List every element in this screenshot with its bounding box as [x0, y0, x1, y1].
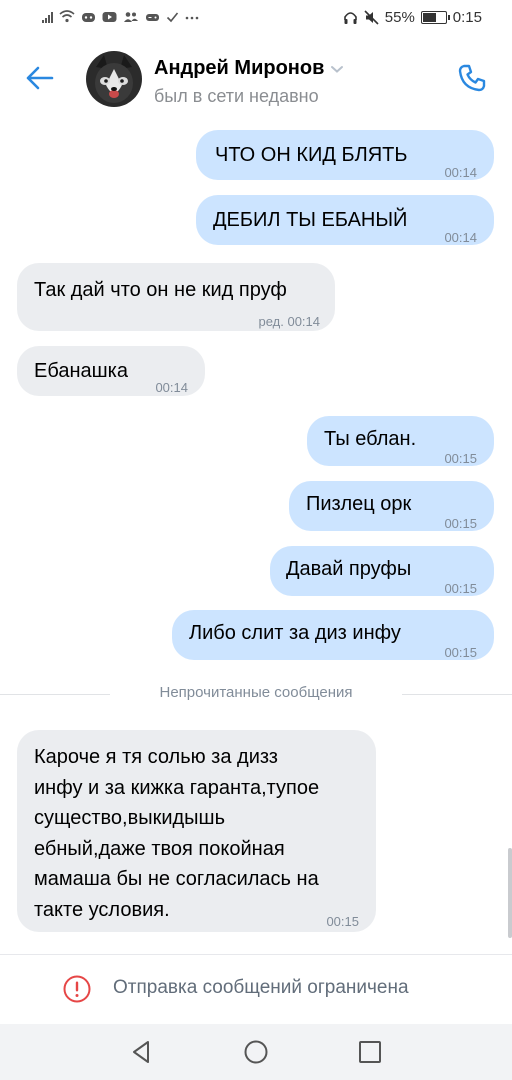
signal-icon — [42, 11, 53, 23]
message-text: Либо слит за диз инфу — [189, 622, 401, 644]
battery-level-fill — [422, 13, 436, 22]
message-bubble-outgoing[interactable]: ЧТО ОН КИД БЛЯТЬ 00:14 — [196, 130, 494, 180]
status-time: 0:15 — [452, 9, 482, 26]
message-time: 00:15 — [444, 451, 477, 466]
battery-icon — [420, 11, 450, 24]
notice-text: Отправка сообщений ограничена — [113, 977, 409, 998]
back-button[interactable] — [22, 60, 58, 96]
messaging-restricted-notice: Отправка сообщений ограничена — [0, 954, 512, 1024]
message-bubble-outgoing[interactable]: Пизлец орк 00:15 — [289, 481, 494, 531]
phone-icon — [458, 64, 486, 92]
message-text-multiline: Кароче я тя солью за дизз инфу и за кижк… — [34, 742, 319, 925]
message-text: Ты еблан. — [324, 428, 417, 450]
home-circle-icon — [244, 1040, 268, 1064]
youtube-icon — [102, 11, 117, 22]
message-line: такте условия. — [34, 898, 170, 921]
nav-back-button[interactable] — [128, 1038, 156, 1066]
chevron-down-icon — [331, 65, 344, 73]
message-bubble-incoming[interactable]: Ебанашка 00:14 — [17, 346, 205, 396]
status-bar: 55% 0:15 — [0, 0, 512, 38]
more-dots-icon — [185, 16, 199, 19]
contact-name-text: Андрей Миронов — [154, 57, 325, 79]
message-bubble-outgoing[interactable]: Либо слит за диз инфу 00:15 — [172, 610, 494, 660]
recents-square-icon — [359, 1041, 381, 1063]
unread-messages-divider: Непрочитанные сообщения — [0, 684, 512, 701]
message-time: 00:14 — [444, 230, 477, 245]
message-time: 00:15 — [444, 581, 477, 596]
message-time: 00:14 — [444, 165, 477, 180]
message-time: 00:14 — [155, 380, 188, 395]
chat-header: Андрей Миронов был в сети недавно — [0, 38, 512, 118]
scrollbar[interactable] — [508, 848, 512, 938]
message-text: ДЕБИЛ ТЫ ЕБАНЫЙ — [213, 209, 408, 231]
system-navigation-bar — [0, 1024, 512, 1080]
mute-icon — [364, 10, 379, 25]
message-time: 00:15 — [444, 645, 477, 660]
headphones-icon — [343, 12, 357, 24]
nav-recents-button[interactable] — [356, 1038, 384, 1066]
wifi-icon — [59, 10, 75, 23]
message-line: существо,выкидышь — [34, 807, 226, 829]
message-time: 00:15 — [444, 516, 477, 531]
message-line: мамаша бы не согласилась на — [34, 868, 319, 890]
back-arrow-icon — [26, 66, 54, 90]
avatar[interactable] — [86, 51, 142, 107]
game-icon — [146, 13, 159, 21]
status-icons-left — [42, 10, 199, 23]
husky-avatar-image — [86, 51, 142, 107]
contact-name[interactable]: Андрей Миронов — [154, 57, 344, 80]
people-icon — [124, 11, 138, 22]
message-text: Ебанашка — [34, 360, 128, 382]
message-text: ЧТО ОН КИД БЛЯТЬ — [215, 144, 408, 166]
message-bubble-outgoing[interactable]: ДЕБИЛ ТЫ ЕБАНЫЙ 00:14 — [196, 195, 494, 245]
message-line: ебный,даже твоя покойная — [34, 837, 285, 860]
battery-percent: 55% — [384, 9, 415, 26]
unread-divider-label: Непрочитанные сообщения — [151, 684, 361, 701]
message-bubble-incoming[interactable]: Кароче я тя солью за дизз инфу и за кижк… — [17, 730, 376, 932]
message-time: 00:15 — [326, 914, 359, 929]
warning-circle-icon — [63, 975, 91, 1003]
status-icons-right: 55% 0:15 — [343, 9, 482, 26]
message-time: ред. 00:14 — [258, 314, 320, 329]
message-text: Давай пруфы — [286, 558, 412, 580]
message-line: Кароче я тя солью за дизз — [34, 746, 278, 768]
check-icon — [166, 11, 179, 22]
nav-home-button[interactable] — [242, 1038, 270, 1066]
message-list[interactable]: ЧТО ОН КИД БЛЯТЬ 00:14 ДЕБИЛ ТЫ ЕБАНЫЙ 0… — [0, 118, 512, 954]
message-text: Пизлец орк — [306, 493, 412, 515]
message-bubble-incoming[interactable]: Так дай что он не кид пруф ред. 00:14 — [17, 263, 335, 331]
message-line: инфу и за кижка гаранта,тупое — [34, 776, 320, 799]
message-bubble-outgoing[interactable]: Давай пруфы 00:15 — [270, 546, 494, 596]
contact-status: был в сети недавно — [154, 86, 319, 106]
message-bubble-outgoing[interactable]: Ты еблан. 00:15 — [307, 416, 494, 466]
message-text: Так дай что он не кид пруф — [34, 279, 287, 301]
call-button[interactable] — [454, 60, 490, 96]
discord-icon — [82, 12, 95, 22]
back-triangle-icon — [133, 1041, 149, 1063]
